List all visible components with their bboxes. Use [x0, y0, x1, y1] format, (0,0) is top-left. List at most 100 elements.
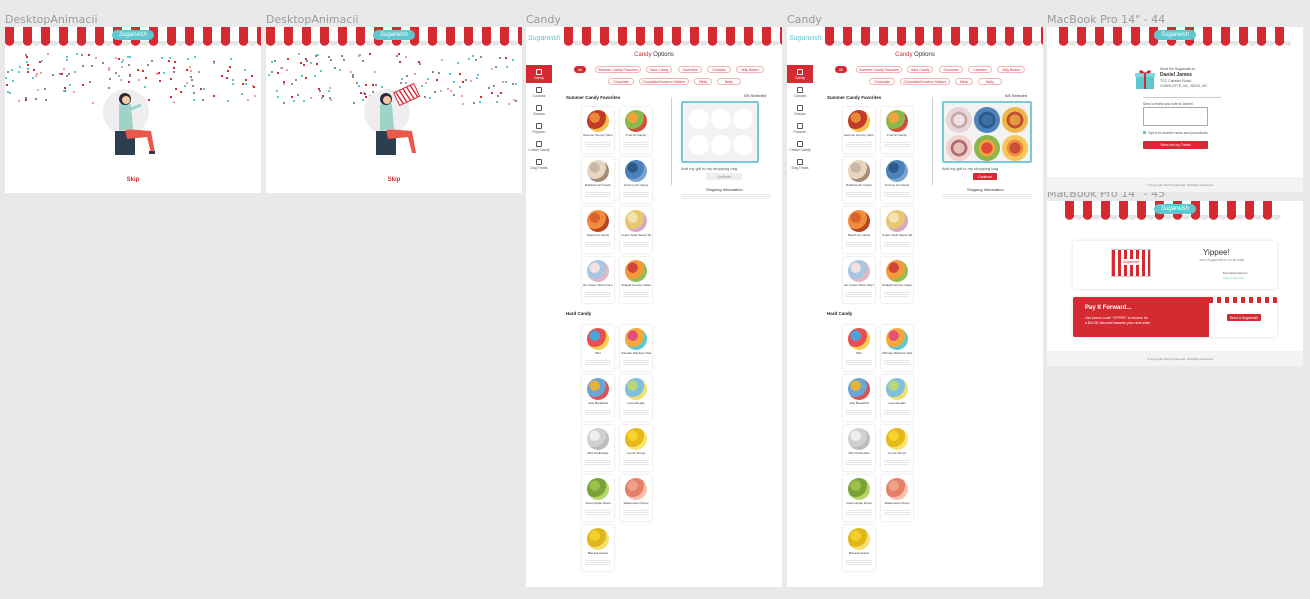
candy-name: Summer Gummy Worms	[844, 134, 874, 137]
candy-card[interactable]: Fruit Art Candy	[620, 107, 652, 153]
sidebar-item-candy[interactable]: Candy	[787, 65, 813, 83]
candy-card[interactable]: Straight Gummy Sweet Bee	[881, 257, 913, 303]
filter-chip[interactable]: Summer Candy Favorites	[856, 66, 902, 73]
candy-card[interactable]: Rainbow Art Candy	[582, 157, 614, 203]
candy-card[interactable]: Mint	[582, 325, 614, 371]
candy-card[interactable]: Ice Cream Shop Gummies	[582, 257, 614, 303]
continue-button[interactable]: Continue	[706, 173, 742, 180]
candy-card[interactable]: Ultimate Rainbow Twists	[881, 325, 913, 371]
send-treats-button[interactable]: Send me my Treats	[1143, 141, 1208, 149]
continue-button[interactable]: Continue	[973, 173, 997, 180]
gift-checkbox-label[interactable]: Add my gift to my shopping bag	[681, 166, 737, 171]
calendar-link[interactable]: Add to calendar	[1223, 276, 1244, 280]
sidebar-item-cotton-candy[interactable]: Cotton Candy	[787, 137, 813, 155]
candy-card[interactable]: Lemonheads	[881, 375, 913, 421]
confirmation-frame: Sugarwish Sugarwish Yippee! Your Sugarwi…	[1047, 201, 1303, 366]
candy-card[interactable]: Lemon Drops	[620, 425, 652, 471]
candy-card[interactable]: Jelly Breadfruit	[843, 375, 875, 421]
gift-box-icon	[1135, 70, 1155, 89]
awning	[825, 27, 1043, 49]
candy-card[interactable]: Rainbow Art Candy	[843, 157, 875, 203]
candy-card[interactable]: Jelly Breadfruit	[582, 375, 614, 421]
candy-card[interactable]: Banana Hearts	[582, 525, 614, 571]
candy-card[interactable]: Mint	[843, 325, 875, 371]
candy-card[interactable]: Peach Art Candy	[582, 207, 614, 253]
send-sugarwish-button[interactable]: Send a Sugarwish	[1227, 314, 1261, 321]
confetti-piece	[316, 62, 319, 65]
filter-chip[interactable]: Chewies	[707, 66, 731, 73]
filter-chip[interactable]: Hard Candy	[907, 66, 933, 73]
confetti-piece	[212, 95, 215, 98]
confetti-piece	[25, 56, 28, 59]
confetti-piece	[190, 79, 193, 82]
filter-chip[interactable]: Jelly Beans	[997, 66, 1025, 73]
confetti-piece	[399, 60, 402, 63]
sidebar-item-dog-treats[interactable]: Dog Treats	[787, 155, 813, 173]
sidebar-item-snacks[interactable]: Snacks	[526, 101, 552, 119]
sidebar-item-candy[interactable]: Candy	[526, 65, 552, 83]
confetti-piece	[476, 76, 479, 79]
candy-card[interactable]: Gummy Art Candy	[881, 157, 913, 203]
candy-card[interactable]: Ice Cream Shop Jelly Beans	[843, 257, 875, 303]
confetti-piece	[334, 66, 337, 69]
candy-card[interactable]: Green Apple Drops	[582, 475, 614, 521]
filter-chip[interactable]: Hard Candy	[646, 66, 672, 73]
filter-chip[interactable]: Mints	[955, 78, 973, 85]
confetti-piece	[117, 57, 120, 60]
confetti-piece	[170, 96, 173, 99]
confetti-piece	[147, 63, 150, 66]
candy-card[interactable]: Summer Gummy Worms	[582, 107, 614, 153]
candy-card[interactable]: Summer Gummy Worms	[843, 107, 875, 153]
candy-card[interactable]: Watermelon Drops	[620, 475, 652, 521]
candy-card[interactable]: Cotton Swirl Sweet Taffy	[881, 207, 913, 253]
skip-link[interactable]: Skip	[5, 177, 261, 183]
candy-name: Watermelon Drops	[623, 502, 649, 505]
confetti-piece	[504, 81, 507, 84]
candy-card[interactable]: Watermelon Drops	[881, 475, 913, 521]
candy-card[interactable]: Gummy Art Candy	[620, 157, 652, 203]
footer-copyright: © Copyright 2022 Sugarwish. All Rights R…	[1147, 183, 1214, 187]
filter-chip[interactable]: Nutty	[978, 78, 1002, 85]
candy-card[interactable]: Mint Toothpaste	[843, 425, 875, 471]
filter-chip[interactable]: Chocolate	[869, 78, 895, 85]
candy-card[interactable]: Ultimate Rainbow Twists	[620, 325, 652, 371]
filter-chip[interactable]: All	[574, 66, 586, 73]
filter-chip[interactable]: Chewies	[968, 66, 992, 73]
sidebar-item-cookies[interactable]: Cookies	[787, 83, 813, 101]
filter-chip[interactable]: All	[835, 66, 847, 73]
candy-card[interactable]: Cotton Swirl Sweet Taffy	[620, 207, 652, 253]
candy-card[interactable]: Banana Hearts	[843, 525, 875, 571]
filter-chip[interactable]: Gummies	[678, 66, 702, 73]
confetti-piece	[226, 76, 229, 79]
candy-card[interactable]: Fruit Art Candy	[881, 107, 913, 153]
candy-card[interactable]: Lemonheads	[620, 375, 652, 421]
sidebar-item-snacks[interactable]: Snacks	[787, 101, 813, 119]
candy-card[interactable]: Lemon Drops	[881, 425, 913, 471]
filter-chip[interactable]: Chocolate	[608, 78, 634, 85]
candy-card[interactable]: Mint Toothpaste	[582, 425, 614, 471]
filter-chip[interactable]: Nutty	[717, 78, 741, 85]
gift-checkbox-label[interactable]: Add my gift to my shopping bag	[942, 166, 998, 171]
confetti-piece	[67, 73, 70, 76]
skip-link[interactable]: Skip	[266, 177, 522, 183]
confetti-piece	[35, 75, 38, 78]
candy-card[interactable]: Straight Gummy Sweet Bee	[620, 257, 652, 303]
filter-chip[interactable]: Summer Candy Favorites	[595, 66, 641, 73]
filter-chip[interactable]: Jelly Beans	[736, 66, 764, 73]
filter-chip[interactable]: Chocolate/Nonchoc Mixture	[639, 78, 689, 85]
confetti-piece	[495, 66, 497, 69]
candy-card[interactable]: Green Apple Drops	[843, 475, 875, 521]
sidebar-item-dog-treats[interactable]: Dog Treats	[526, 155, 552, 173]
sidebar-item-popcorn[interactable]: Popcorn	[526, 119, 552, 137]
confetti-piece	[32, 76, 35, 79]
sidebar-item-cookies[interactable]: Cookies	[526, 83, 552, 101]
note-textarea[interactable]	[1143, 107, 1208, 126]
filter-chip[interactable]: Chocolate/Nonchoc Mixture	[900, 78, 950, 85]
filter-chip[interactable]: Gummies	[939, 66, 963, 73]
sidebar-item-popcorn[interactable]: Popcorn	[787, 119, 813, 137]
opt-in-checkbox[interactable]	[1143, 131, 1146, 134]
confetti-piece	[498, 56, 501, 59]
candy-card[interactable]: Peach Art Candy	[843, 207, 875, 253]
filter-chip[interactable]: Mints	[694, 78, 712, 85]
sidebar-item-cotton-candy[interactable]: Cotton Candy	[526, 137, 552, 155]
